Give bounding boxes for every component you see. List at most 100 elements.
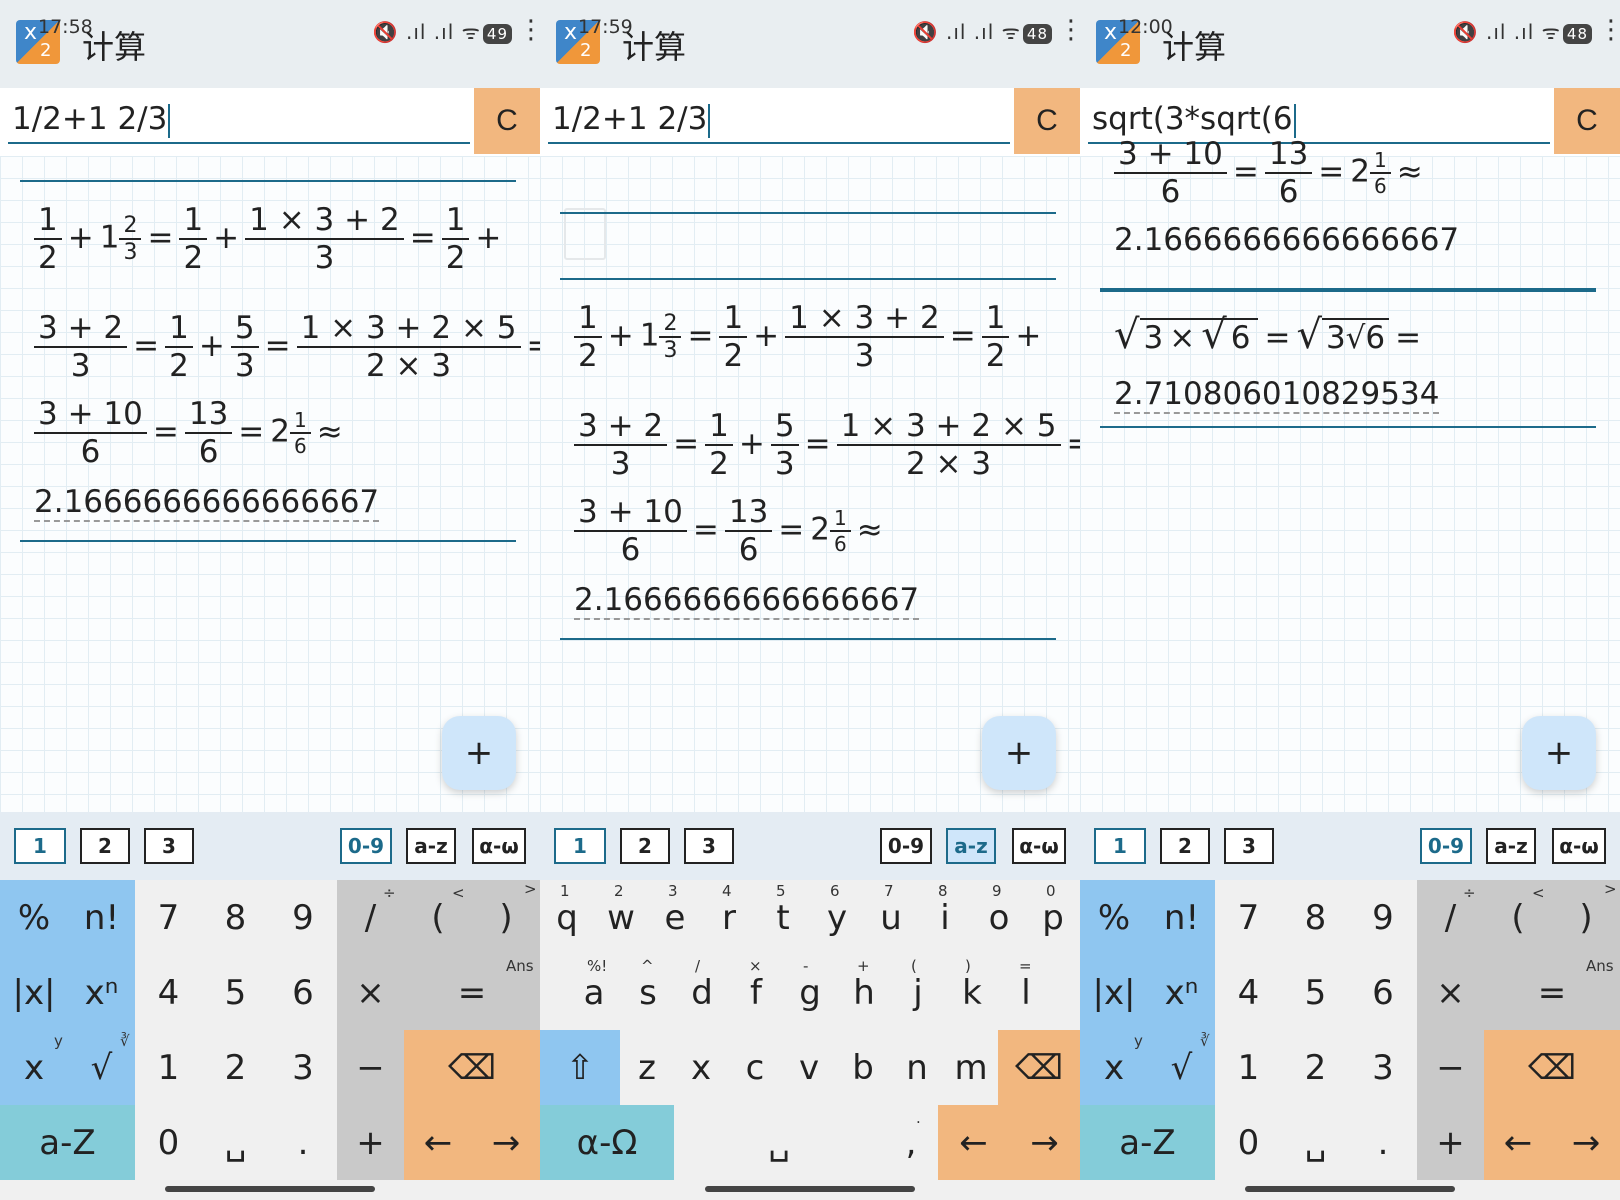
keyboard-tab-2[interactable]: 2 bbox=[620, 828, 670, 864]
key-cursor-left[interactable]: ← bbox=[938, 1105, 1009, 1180]
key-7[interactable]: 7 bbox=[1215, 880, 1282, 955]
key-h[interactable]: h + bbox=[837, 955, 891, 1030]
key-8[interactable]: 8 bbox=[202, 880, 269, 955]
key-alpha-toggle[interactable]: a-Z bbox=[0, 1105, 135, 1180]
key-multiply[interactable]: × bbox=[337, 955, 404, 1030]
key-sqrt[interactable]: √ ∛ bbox=[68, 1030, 135, 1105]
key-x[interactable]: xy bbox=[1080, 1030, 1148, 1105]
expression-input[interactable]: 1/2+1 2/3 bbox=[8, 96, 470, 144]
key-o[interactable]: o9 bbox=[972, 880, 1026, 955]
expression-input[interactable]: 1/2+1 2/3 bbox=[548, 96, 1010, 144]
key-divide[interactable]: / ÷ bbox=[1417, 880, 1484, 955]
key-q[interactable]: q1 bbox=[540, 880, 594, 955]
key-equals[interactable]: = Ans bbox=[404, 955, 540, 1030]
key-6[interactable]: 6 bbox=[269, 955, 337, 1030]
worksheet[interactable]: 1 2 +1 2 3 = 1 2 +1 × 3 + 2 3 = 1 2 + 3 + 2 3 = 1 2 +5 3 = 1 … bbox=[540, 156, 1080, 812]
decimal-result[interactable]: 2.1666666666666667 bbox=[574, 582, 920, 620]
key-8[interactable]: 8 bbox=[1282, 880, 1349, 955]
key-5[interactable]: 5 bbox=[1282, 955, 1349, 1030]
worksheet[interactable]: 1 2 +1 2 3 = 1 2 +1 × 3 + 2 3 = 1 2 + 3 + 2 3 = 1 2 +5 3 = 1 … bbox=[0, 156, 540, 812]
key-shift[interactable]: ⇧ bbox=[540, 1030, 620, 1105]
key-2[interactable]: 2 bbox=[202, 1030, 269, 1105]
key-percent[interactable]: % bbox=[1080, 880, 1148, 955]
key-abs[interactable]: |x| bbox=[1080, 955, 1148, 1030]
key-4[interactable]: 4 bbox=[135, 955, 202, 1030]
key-comma[interactable]: ,. bbox=[884, 1105, 938, 1180]
key-factorial[interactable]: n! bbox=[1148, 880, 1215, 955]
key-e[interactable]: e3 bbox=[648, 880, 702, 955]
clear-button[interactable]: C bbox=[1014, 88, 1080, 154]
key-backspace[interactable]: ⌫ bbox=[998, 1030, 1080, 1105]
key-2[interactable]: 2 bbox=[1282, 1030, 1349, 1105]
keyboard-tab-2[interactable]: 2 bbox=[1160, 828, 1210, 864]
key-i[interactable]: i8 bbox=[918, 880, 972, 955]
key-t[interactable]: t5 bbox=[756, 880, 810, 955]
keyboard-tab-greek[interactable]: α-ω bbox=[1012, 828, 1066, 864]
overflow-menu-icon[interactable]: ⋮ bbox=[1058, 17, 1080, 43]
key-dot[interactable]: . bbox=[269, 1105, 337, 1180]
keyboard-tab-digits[interactable]: 0-9 bbox=[1420, 828, 1472, 864]
key-4[interactable]: 4 bbox=[1215, 955, 1282, 1030]
home-indicator[interactable] bbox=[165, 1186, 375, 1192]
keyboard-tab-1[interactable]: 1 bbox=[1094, 828, 1146, 864]
key-a[interactable]: a%! bbox=[567, 955, 621, 1030]
keyboard-tab-3[interactable]: 3 bbox=[1224, 828, 1274, 864]
keyboard-tab-latin[interactable]: a-z bbox=[946, 828, 996, 864]
key-dot[interactable]: . bbox=[1349, 1105, 1417, 1180]
key-d[interactable]: d / bbox=[675, 955, 729, 1030]
decimal-result[interactable]: 2.1666666666666667 bbox=[1114, 222, 1459, 258]
key-power[interactable]: xⁿ bbox=[1148, 955, 1215, 1030]
empty-input-slot[interactable] bbox=[564, 208, 606, 260]
keyboard-tab-1[interactable]: 1 bbox=[554, 828, 606, 864]
key-k[interactable]: k) bbox=[945, 955, 999, 1030]
key-l[interactable]: l = bbox=[999, 955, 1053, 1030]
keyboard-tab-2[interactable]: 2 bbox=[80, 828, 130, 864]
key-1[interactable]: 1 bbox=[1215, 1030, 1282, 1105]
decimal-result[interactable]: 2.1666666666666667 bbox=[34, 484, 380, 522]
key-lparen[interactable]: (< bbox=[1484, 880, 1552, 955]
keyboard-tab-latin[interactable]: a-z bbox=[1486, 828, 1536, 864]
key-abs[interactable]: |x| bbox=[0, 955, 68, 1030]
key-multiply[interactable]: × bbox=[1417, 955, 1484, 1030]
keyboard-tab-1[interactable]: 1 bbox=[14, 828, 66, 864]
keyboard-tab-3[interactable]: 3 bbox=[684, 828, 734, 864]
keyboard-tab-latin[interactable]: a-z bbox=[406, 828, 456, 864]
key-minus[interactable]: − bbox=[337, 1030, 404, 1105]
worksheet[interactable]: 3 + 10 6 = 13 6 = 2 1 6 ≈ 2.1666666666666667 √ 3 × √… bbox=[1080, 136, 1620, 812]
decimal-result[interactable]: 2.710806010829534 bbox=[1114, 376, 1440, 414]
overflow-menu-icon[interactable]: ⋮ bbox=[518, 17, 540, 43]
key-v[interactable]: v bbox=[782, 1030, 836, 1105]
keyboard-tab-greek[interactable]: α-ω bbox=[1552, 828, 1606, 864]
add-block-button[interactable]: + bbox=[1522, 716, 1596, 790]
add-block-button[interactable]: + bbox=[442, 716, 516, 790]
key-greek-toggle[interactable]: α-Ω bbox=[540, 1105, 674, 1180]
key-x[interactable]: xy bbox=[0, 1030, 68, 1105]
key-g[interactable]: g- bbox=[783, 955, 837, 1030]
key-space[interactable]: ␣ bbox=[1282, 1105, 1349, 1180]
keyboard-tab-3[interactable]: 3 bbox=[144, 828, 194, 864]
key-3[interactable]: 3 bbox=[1349, 1030, 1417, 1105]
key-r[interactable]: r4 bbox=[702, 880, 756, 955]
key-n[interactable]: n bbox=[890, 1030, 944, 1105]
key-7[interactable]: 7 bbox=[135, 880, 202, 955]
key-cursor-left[interactable]: ← bbox=[404, 1105, 472, 1180]
key-w[interactable]: w2 bbox=[594, 880, 648, 955]
key-f[interactable]: f × bbox=[729, 955, 783, 1030]
key-plus[interactable]: + bbox=[1417, 1105, 1484, 1180]
key-5[interactable]: 5 bbox=[202, 955, 269, 1030]
key-rparen[interactable]: ) > bbox=[472, 880, 540, 955]
key-space[interactable]: ␣ bbox=[674, 1105, 884, 1180]
key-backspace[interactable]: ⌫ bbox=[404, 1030, 540, 1105]
key-plus[interactable]: + bbox=[337, 1105, 404, 1180]
key-cursor-right[interactable]: → bbox=[472, 1105, 540, 1180]
add-block-button[interactable]: + bbox=[982, 716, 1056, 790]
overflow-menu-icon[interactable]: ⋮ bbox=[1598, 17, 1620, 43]
home-indicator[interactable] bbox=[705, 1186, 915, 1192]
key-m[interactable]: m bbox=[944, 1030, 998, 1105]
key-equals[interactable]: = Ans bbox=[1484, 955, 1620, 1030]
key-p[interactable]: p0 bbox=[1026, 880, 1080, 955]
key-s[interactable]: s ^ bbox=[621, 955, 675, 1030]
key-9[interactable]: 9 bbox=[269, 880, 337, 955]
key-factorial[interactable]: n! bbox=[68, 880, 135, 955]
keyboard-tab-digits[interactable]: 0-9 bbox=[340, 828, 392, 864]
